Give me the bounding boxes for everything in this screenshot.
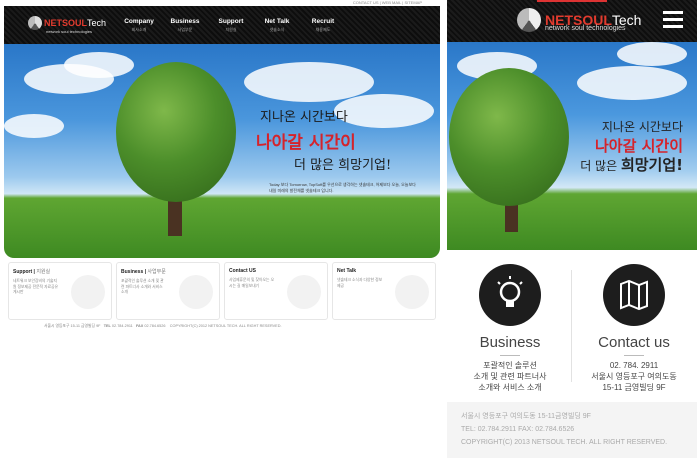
mobile-footer: 서울시 영등포구 여의도동 15-11금영빌딩 9F TEL: 02.784.2… — [447, 402, 697, 458]
hero-line-2: 나아갈 시간이 — [256, 133, 356, 153]
footer-tel-fax: TEL: 02.784.2911 FAX: 02.784.6526 — [461, 426, 575, 433]
logo-emblem-icon — [517, 8, 541, 32]
map-icon — [603, 264, 665, 326]
lightbulb-thumbnail-icon — [179, 275, 213, 309]
card-business[interactable]: Business | 사업부문 포괄적인 솔루션 소개 및 관련 파트너사 소개… — [116, 262, 220, 320]
mobile-services: Business 포괄적인 솔루션 소개 및 관련 파트너사 소개와 서비스 소… — [447, 256, 697, 396]
footer-copyright: COPYRIGHT(C) 2013 NETSOUL TECH. ALL RIGH… — [461, 439, 668, 446]
desktop-logo[interactable]: NETSOULTech network soul technologies — [28, 16, 107, 34]
mobile-mockup: NETSOULTech network soul technologies 지나… — [447, 0, 697, 458]
mobile-logo[interactable]: NETSOULTech network soul technologies — [517, 8, 641, 32]
hero-line-3: 더 많은 희망기업! — [294, 158, 392, 173]
mobile-hero-banner: 지나온 시간보다 나아갈 시간이 더 많은 희망기업! — [447, 42, 697, 250]
desktop-header: NETSOULTech network soul technologies Co… — [4, 6, 440, 44]
hero-paragraph: Today 보다 Tomorrow, TopSoft를 우선으로 생각하는 넷솔… — [269, 182, 416, 193]
service-contact-us[interactable]: Contact us 02. 784. 2911 서울시 영등포구 여의도동 1… — [579, 264, 689, 393]
main-menu: Company 회사소개 Business 사업부문 Support 지원실 Net … — [116, 18, 346, 33]
mobile-header: NETSOULTech network soul technologies — [447, 0, 697, 42]
hero-line-1: 지나온 시간보다 — [260, 110, 348, 125]
cloud-shape — [64, 52, 134, 78]
logo-tech: Tech — [87, 18, 107, 28]
lightbulb-icon — [479, 264, 541, 326]
tree-image — [449, 68, 569, 206]
logo-tagline: network soul technologies — [545, 25, 626, 32]
logo-net: NETSOUL — [44, 18, 88, 28]
menu-item-recruit[interactable]: Recruit 채용제도 — [300, 18, 346, 33]
desktop-footer: 서울시 영등포구 15-11 금영빌딩 9F TEL 02.784.2911 F… — [44, 324, 282, 328]
phone-thumbnail-icon — [395, 275, 429, 309]
mobile-hero-line-2: 나아갈 시간이 — [594, 137, 683, 155]
cloud-shape — [244, 62, 374, 102]
mobile-hero-line-3: 더 많은 희망기업! — [580, 156, 683, 174]
service-business[interactable]: Business 포괄적인 솔루션 소개 및 관련 파트너사 소개와 서비스 소… — [455, 264, 565, 393]
cloud-shape — [4, 114, 64, 138]
menu-item-business[interactable]: Business 사업부문 — [162, 18, 208, 33]
desktop-mockup: CONTACT US | WEB MAIL | SITEMAP NETSOULT… — [4, 0, 440, 330]
service-divider — [571, 270, 572, 382]
cloud-shape — [577, 66, 687, 100]
footer-address: 서울시 영등포구 여의도동 15-11금영빌딩 9F — [461, 413, 591, 420]
menu-item-support[interactable]: Support 지원실 — [208, 18, 254, 33]
logo-tagline: network soul technologies — [46, 29, 93, 34]
menu-item-net-talk[interactable]: Net Talk 넷솔소식 — [254, 18, 300, 33]
logo-emblem-icon — [28, 16, 42, 30]
tree-image — [116, 62, 236, 202]
card-net-talk[interactable]: Net Talk 넷솔테크 소식과 다양한 정보 제공 — [332, 262, 436, 320]
laptop-thumbnail-icon — [71, 275, 105, 309]
header-accent-bar — [537, 0, 607, 2]
card-support[interactable]: Support | 지원실 네트워크 보안장비의 기술지원 정보제공 전문적 자… — [8, 262, 112, 320]
cloud-shape — [334, 94, 434, 128]
desktop-quick-cards: Support | 지원실 네트워크 보안장비의 기술지원 정보제공 전문적 자… — [4, 262, 440, 320]
desktop-hero-banner: 지나온 시간보다 나아갈 시간이 더 많은 희망기업! Today 보다 Tom… — [4, 44, 440, 258]
window-thumbnail-icon — [287, 275, 321, 309]
mobile-hero-line-1: 지나온 시간보다 — [601, 120, 683, 134]
card-contact-us[interactable]: Contact US 사업제휴문의 및 찾아오는 오시는 길 매일보내기 — [224, 262, 328, 320]
menu-item-company[interactable]: Company 회사소개 — [116, 18, 162, 33]
cloud-shape — [617, 42, 687, 66]
hamburger-menu-icon[interactable] — [663, 11, 683, 29]
